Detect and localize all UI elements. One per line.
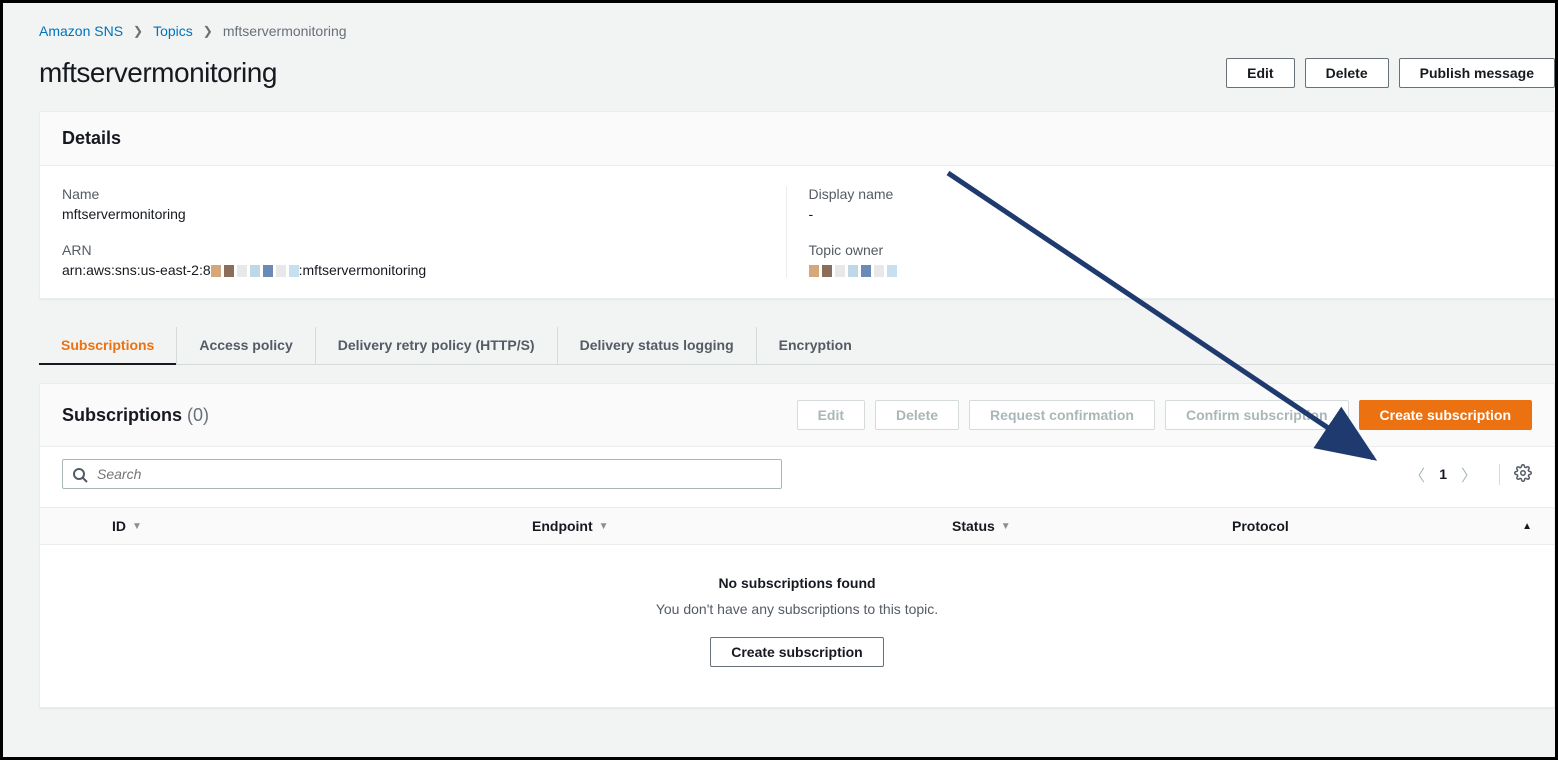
details-panel: Details Name mftservermonitoring ARN arn… [39,111,1555,299]
chevron-right-icon: ❯ [133,24,143,38]
sort-icon: ▼ [1001,521,1011,532]
breadcrumb-parent[interactable]: Topics [153,23,193,39]
breadcrumb-current: mftservermonitoring [223,23,347,39]
details-panel-title: Details [62,128,121,149]
tabs: Subscriptions Access policy Delivery ret… [39,327,1555,365]
display-name-value: - [809,206,1533,222]
redacted-block [809,265,897,277]
next-page-button[interactable]: 〉 [1461,462,1477,486]
column-protocol[interactable]: Protocol▲ [1232,518,1532,534]
page-title: mftservermonitoring [39,57,277,89]
prev-page-button[interactable]: 〈 [1409,462,1425,486]
gear-icon[interactable] [1499,464,1532,485]
breadcrumb: Amazon SNS ❯ Topics ❯ mftservermonitorin… [39,23,1555,39]
column-status[interactable]: Status▼ [952,518,1232,534]
column-endpoint[interactable]: Endpoint▼ [532,518,952,534]
empty-create-subscription-button[interactable]: Create subscription [710,637,883,667]
search-input[interactable] [62,459,782,489]
empty-title: No subscriptions found [40,575,1554,591]
subscriptions-panel: Subscriptions (0) Edit Delete Request co… [39,383,1555,708]
request-confirmation-button[interactable]: Request confirmation [969,400,1155,430]
create-subscription-button[interactable]: Create subscription [1359,400,1532,430]
sub-delete-button[interactable]: Delete [875,400,959,430]
name-value: mftservermonitoring [62,206,786,222]
column-id[interactable]: ID▼ [112,518,532,534]
page-number: 1 [1439,466,1447,482]
redacted-block [211,265,299,277]
subscriptions-count: (0) [187,405,209,425]
edit-button[interactable]: Edit [1226,58,1294,88]
arn-label: ARN [62,242,786,258]
delete-button[interactable]: Delete [1305,58,1389,88]
tab-subscriptions[interactable]: Subscriptions [39,327,176,365]
topic-owner-label: Topic owner [809,242,1533,258]
empty-state: No subscriptions found You don't have an… [40,545,1554,707]
confirm-subscription-button[interactable]: Confirm subscription [1165,400,1349,430]
chevron-right-icon: ❯ [203,24,213,38]
name-label: Name [62,186,786,202]
tab-encryption[interactable]: Encryption [756,327,874,364]
arn-prefix: arn:aws:sns:us-east-2:8 [62,262,211,278]
topic-owner-value [809,262,1533,278]
tab-access-policy[interactable]: Access policy [176,327,314,364]
search-icon [72,467,88,486]
sub-edit-button[interactable]: Edit [797,400,865,430]
table-header: ID▼ Endpoint▼ Status▼ Protocol▲ [40,507,1554,545]
subscriptions-title: Subscriptions [62,405,182,425]
publish-message-button[interactable]: Publish message [1399,58,1555,88]
sort-icon: ▲ [1522,521,1532,532]
empty-subtitle: You don't have any subscriptions to this… [40,601,1554,617]
display-name-label: Display name [809,186,1533,202]
arn-value: arn:aws:sns:us-east-2:8 :mftservermonitor… [62,262,786,278]
tab-delivery-retry[interactable]: Delivery retry policy (HTTP/S) [315,327,557,364]
sort-icon: ▼ [132,521,142,532]
tab-delivery-status[interactable]: Delivery status logging [557,327,756,364]
sort-icon: ▼ [599,521,609,532]
arn-suffix: :mftservermonitoring [299,262,427,278]
breadcrumb-root[interactable]: Amazon SNS [39,23,123,39]
